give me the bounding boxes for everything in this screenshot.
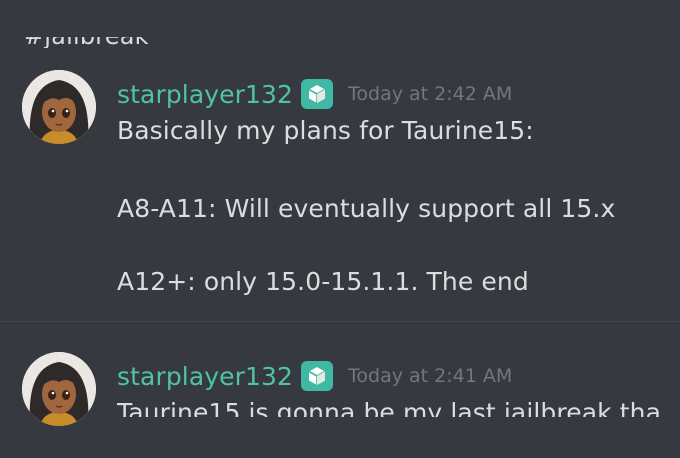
- chat-screen: #jailbreak starplayer132 Today at 2:42 A…: [0, 0, 680, 458]
- message-timestamp: Today at 2:41 AM: [348, 365, 513, 387]
- message-timestamp: Today at 2:42 AM: [348, 83, 513, 105]
- anime-girl-avatar-icon: [22, 352, 96, 426]
- username[interactable]: starplayer132: [117, 362, 293, 391]
- username[interactable]: starplayer132: [117, 80, 293, 109]
- message-header: starplayer132 Today at 2:41 AM: [117, 360, 512, 392]
- message-divider: [0, 321, 680, 322]
- chat-message[interactable]: starplayer132 Today at 2:41 AM Taurine15…: [0, 352, 680, 458]
- anime-girl-avatar-icon: [22, 70, 96, 144]
- cube-icon: [301, 361, 334, 391]
- avatar[interactable]: [22, 352, 96, 426]
- message-header: starplayer132 Today at 2:42 AM: [117, 78, 512, 110]
- message-text-line: A8-A11: Will eventually support all 15.x: [117, 194, 616, 223]
- avatar[interactable]: [22, 70, 96, 144]
- message-text-line: A12+: only 15.0-15.1.1. The end: [117, 267, 529, 296]
- chat-message[interactable]: starplayer132 Today at 2:42 AM Basically…: [0, 70, 680, 320]
- message-text-line: Taurine15 is gonna be my last jailbreak …: [117, 398, 662, 427]
- cube-icon: [301, 79, 334, 109]
- message-text-line: Basically my plans for Taurine15:: [117, 116, 534, 145]
- cut-off-message-text: #jailbreak: [24, 22, 149, 50]
